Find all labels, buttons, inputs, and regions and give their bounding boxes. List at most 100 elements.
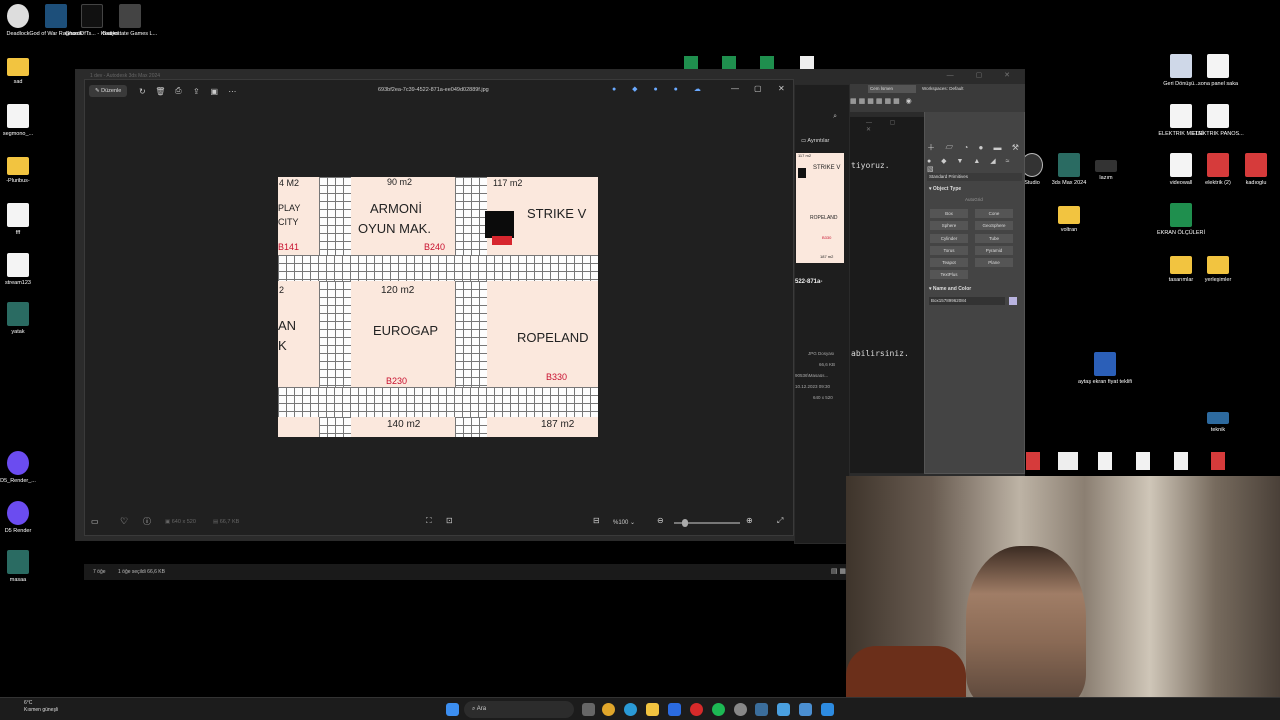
app-extensions[interactable]: ● ◆ ● ● ☁ (612, 85, 708, 93)
desktop-icon-segmono[interactable]: segmono_... (0, 104, 46, 137)
box-button[interactable]: Box (930, 209, 968, 218)
desktop-icon-voltran[interactable]: voltran (1041, 202, 1097, 233)
cylinder-button[interactable]: Cylinder (930, 234, 968, 243)
task-view-icon[interactable] (582, 703, 595, 716)
photo-viewer-taskbar-icon[interactable] (821, 703, 834, 716)
desktop-icon-ekran-olculeri[interactable]: EKRAN ÖLÇÜLERİ (1153, 203, 1209, 236)
app-icon[interactable] (734, 703, 747, 716)
view-toggle-icons[interactable]: ▤ ▦ (831, 567, 846, 575)
slideshow-icon[interactable]: ▣ (205, 82, 223, 100)
max-command-panel[interactable]: Workspaces: Default ＋ ▱ ◔ ● ▬ ⚒ ● ◆ ▼ ▲ … (924, 84, 1025, 474)
print-icon[interactable]: ⎙ (169, 82, 187, 100)
explorer-icon[interactable] (646, 703, 659, 716)
edge-icon[interactable] (624, 703, 637, 716)
object-color-swatch[interactable] (1009, 297, 1017, 305)
desktop-icon-pluribus[interactable]: -Pluribus- (0, 153, 46, 184)
fit-screen-icon[interactable]: ⛶ (426, 516, 432, 526)
mail-icon[interactable] (668, 703, 681, 716)
excel-icon (722, 56, 736, 70)
kiosk-red (492, 236, 512, 245)
steam-icon[interactable] (755, 703, 768, 716)
fullscreen-icon[interactable]: ⤢ (777, 516, 783, 526)
notepad-icon[interactable] (799, 703, 812, 716)
window-controls[interactable]: — ▢ ✕ (947, 71, 1020, 79)
search-icon[interactable]: ⌕ (833, 113, 837, 121)
text-editor-window[interactable]: — ▢ ✕ tiyoruz. abilirsiniz. (849, 116, 925, 474)
desktop-icon-battlestate[interactable]: Battlestate Games L... (102, 4, 158, 37)
pyramid-button[interactable]: Pyramid (975, 246, 1013, 255)
category-icons[interactable]: ● ◆ ▼ ▲ ◢ ≈ ▧ (927, 157, 1024, 173)
signin-dropdown[interactable]: Cem İsmen (868, 85, 916, 93)
desktop-icon-kadioglu[interactable]: kadıoglu (1228, 153, 1280, 186)
max-toolbar[interactable]: Cem İsmen Workspaces: Default ▦▦▦▦▦▦ ◉ (850, 84, 1025, 112)
object-name-field[interactable]: Box15789962084 (929, 297, 1005, 305)
desktop-icon-sad[interactable]: sad (0, 54, 46, 85)
file-icon (7, 104, 29, 128)
teapot-button[interactable]: Teapot (930, 258, 968, 267)
folder-icon (1058, 206, 1080, 224)
start-icon[interactable] (446, 703, 459, 716)
name-color-header[interactable]: ▾ Name and Color (929, 286, 971, 292)
workspace-dropdown[interactable]: Workspaces: Default (922, 85, 1022, 93)
file-size: 66,6 KB (819, 362, 836, 367)
geosphere-button[interactable]: GeoSphere (975, 221, 1013, 230)
viewer-bottombar: ▭ ♡ ⓘ ▣ 640 x 520 ▤ 66,7 KB ⛶ ⊡ ⊟ %100 ⌄… (85, 509, 793, 535)
details-button[interactable]: ▭ Ayrıntılar (801, 138, 829, 144)
spotify-icon[interactable] (712, 703, 725, 716)
primitives-dropdown[interactable]: Standard Primitives (927, 173, 1022, 181)
object-type-header[interactable]: ▾ Object Type (929, 186, 961, 192)
maximize-button[interactable]: ▢ (754, 84, 762, 93)
toolbar-icons[interactable]: ▦▦▦▦▦▦ ◉ (850, 97, 914, 105)
minimize-button[interactable]: — (731, 84, 739, 93)
fit-window-icon[interactable]: ⊟ (593, 516, 600, 525)
delete-icon[interactable]: 🗑 (151, 82, 169, 100)
desktop-icon-teknik[interactable]: teknik (1190, 412, 1246, 433)
window-controls[interactable]: — ▢ ✕ (866, 119, 924, 133)
torus-button[interactable]: Torus (930, 246, 968, 255)
share-icon[interactable]: ⇪ (187, 82, 205, 100)
desktop-icon-d5-render-2[interactable]: D5 Render (0, 501, 46, 534)
rotate-icon[interactable]: ↻ (133, 82, 151, 100)
zoom-in-icon[interactable]: ⊕ (746, 516, 753, 525)
cone-button[interactable]: Cone (975, 209, 1013, 218)
sphere-button[interactable]: Sphere (930, 221, 968, 230)
panel-tabs[interactable]: ＋ ▱ ◔ ● ▬ ⚒ (927, 142, 1023, 153)
desktop-icon-fff[interactable]: fff (0, 203, 46, 236)
desktop-icon-sona-panel[interactable]: sona panel saka (1190, 54, 1246, 87)
textplus-button[interactable]: TextPlus (930, 270, 968, 279)
desktop-icon-yatak[interactable]: yatak (0, 302, 46, 335)
person-silhouette (966, 546, 1086, 697)
zoom-out-icon[interactable]: ⊖ (657, 516, 664, 525)
file-explorer-window[interactable]: ⌕ ▭ Ayrıntılar 117 m2 STRIKE V ROPELAND … (794, 84, 850, 544)
info-icon[interactable]: ⓘ (143, 516, 151, 527)
search-box[interactable]: ⌕ Ara (464, 701, 574, 718)
desktop-icon-stream123[interactable]: stream123 (0, 253, 46, 286)
edit-button[interactable]: ✎ Düzenle (89, 85, 128, 97)
shop-code: B240 (424, 242, 446, 252)
shop-name: STRIKE V (527, 206, 587, 221)
zoom-slider-thumb[interactable] (682, 519, 688, 527)
autogrid-checkbox[interactable]: AutoGrid (965, 197, 983, 202)
plane-button[interactable]: Plane (975, 258, 1013, 267)
opera-icon[interactable] (690, 703, 703, 716)
tube-button[interactable]: Tube (975, 234, 1013, 243)
area-label: 90 m2 (387, 177, 413, 187)
actual-size-icon[interactable]: ⊡ (446, 516, 453, 525)
file-icon (1136, 452, 1150, 470)
desktop-icon-aytas[interactable]: aytaş ekran fiyat teklifi (1077, 352, 1133, 385)
close-button[interactable]: ✕ (778, 84, 785, 93)
filmstrip-icon[interactable]: ▭ (91, 517, 99, 526)
desktop-icon-masaa[interactable]: masaa (0, 550, 46, 583)
desktop-icon-d5-render-1[interactable]: D5_Render_... (0, 451, 46, 484)
pdf-icon (1207, 153, 1229, 177)
photos-icon[interactable] (777, 703, 790, 716)
zoom-dropdown[interactable]: %100 ⌄ (613, 519, 635, 526)
photo-viewer-window[interactable]: ✎ Düzenle ↻ 🗑 ⎙ ⇪ ▣ ⋯ 693bf2ea-7c39-4522… (84, 79, 794, 536)
desktop-icon-lazim[interactable]: lazım (1078, 160, 1134, 181)
favorite-icon[interactable]: ♡ (120, 516, 128, 527)
desktop-icon-elektrik-panos[interactable]: ELEKTRIK PANOS... (1190, 104, 1246, 137)
weather-widget[interactable]: 6°C Kısmen güneşli (6, 700, 58, 713)
chrome-icon[interactable] (602, 703, 615, 716)
more-icon[interactable]: ⋯ (223, 82, 241, 100)
desktop-icon-yerlesimler[interactable]: yerleşimler (1190, 252, 1246, 283)
